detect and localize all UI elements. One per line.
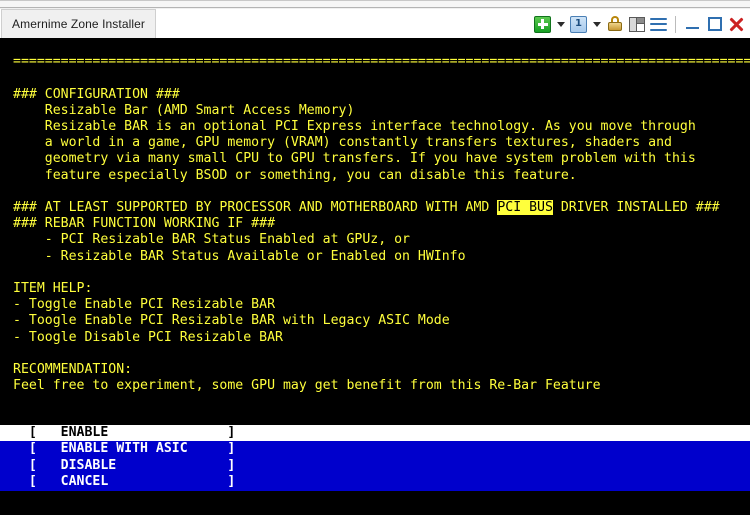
close-button[interactable] — [727, 15, 746, 34]
session-dropdown-button[interactable] — [591, 15, 602, 33]
recommendation-text: Feel free to experiment, some GPU may ge… — [13, 378, 601, 394]
chevron-down-icon — [556, 21, 565, 27]
support-line-prefix: ### AT LEAST SUPPORTED BY PROCESSOR AND … — [13, 200, 498, 216]
pci-bus-highlight: PCI BUS — [497, 200, 553, 216]
config-description-2: a world in a game, GPU memory (VRAM) con… — [13, 135, 672, 151]
config-description-4: feature especially BSOD or something, yo… — [13, 167, 577, 183]
split-pane-icon — [628, 16, 645, 32]
item-help-heading: ITEM HELP: — [13, 281, 93, 297]
new-tab-dropdown-button[interactable] — [555, 15, 566, 33]
menu-button[interactable] — [649, 15, 668, 34]
config-subtitle: Resizable Bar (AMD Smart Access Memory) — [13, 102, 355, 118]
option-menu: [ ENABLE ] [ ENABLE WITH ASIC ] [ DISABL… — [0, 425, 750, 491]
window-chrome: Amernime Zone Installer 1 — [0, 0, 750, 39]
toolbar-separator — [675, 15, 676, 33]
window-toolbar: 1 — [533, 10, 746, 38]
tab-title: Amernime Zone Installer — [12, 17, 146, 31]
minimize-icon — [685, 18, 700, 30]
lock-icon — [607, 16, 623, 32]
chevron-down-icon — [592, 21, 601, 27]
maximize-icon — [707, 17, 722, 31]
rule-top: ========================================… — [13, 54, 750, 70]
menu-item-disable[interactable]: [ DISABLE ] — [0, 457, 750, 475]
rebar-condition-2: - Resizable BAR Status Available or Enab… — [13, 248, 466, 264]
lock-button[interactable] — [605, 15, 624, 34]
close-icon — [729, 17, 744, 32]
support-line-suffix: DRIVER INSTALLED ### — [552, 200, 720, 216]
item-help-option-2: - Toogle Enable PCI Resizable BAR with L… — [13, 313, 450, 329]
config-heading: ### CONFIGURATION ### — [13, 86, 180, 102]
new-tab-icon — [534, 15, 551, 33]
session-tab-button[interactable]: 1 — [569, 15, 588, 34]
session-tab-icon: 1 — [570, 15, 587, 33]
config-description-1: Resizable BAR is an optional PCI Express… — [13, 119, 696, 135]
minimize-button[interactable] — [683, 15, 702, 34]
split-pane-button[interactable] — [627, 15, 646, 34]
menu-item-cancel[interactable]: [ CANCEL ] — [0, 474, 750, 491]
menu-item-enable[interactable]: [ ENABLE ] — [0, 425, 750, 442]
support-requirement-line: ### AT LEAST SUPPORTED BY PROCESSOR AND … — [0, 200, 750, 216]
maximize-button[interactable] — [705, 15, 724, 34]
menu-item-enable-with-asic[interactable]: [ ENABLE WITH ASIC ] — [0, 441, 750, 458]
recommendation-heading: RECOMMENDATION: — [13, 362, 133, 378]
rebar-condition-1: - PCI Resizable BAR Status Enabled at GP… — [13, 232, 410, 248]
item-help-option-3: - Toogle Disable PCI Resizable BAR — [13, 329, 283, 345]
tab-amernime-zone-installer[interactable]: Amernime Zone Installer — [1, 9, 157, 38]
item-help-option-1: - Toggle Enable PCI Resizable BAR — [13, 297, 276, 313]
window-top-strip — [0, 1, 750, 8]
config-description-3: geometry via many small CPU to GPU trans… — [13, 151, 696, 167]
rebar-working-heading: ### REBAR FUNCTION WORKING IF ### — [13, 216, 276, 232]
new-tab-button[interactable] — [533, 15, 552, 34]
menu-icon — [650, 17, 667, 31]
terminal-body[interactable]: ========================================… — [0, 38, 750, 515]
